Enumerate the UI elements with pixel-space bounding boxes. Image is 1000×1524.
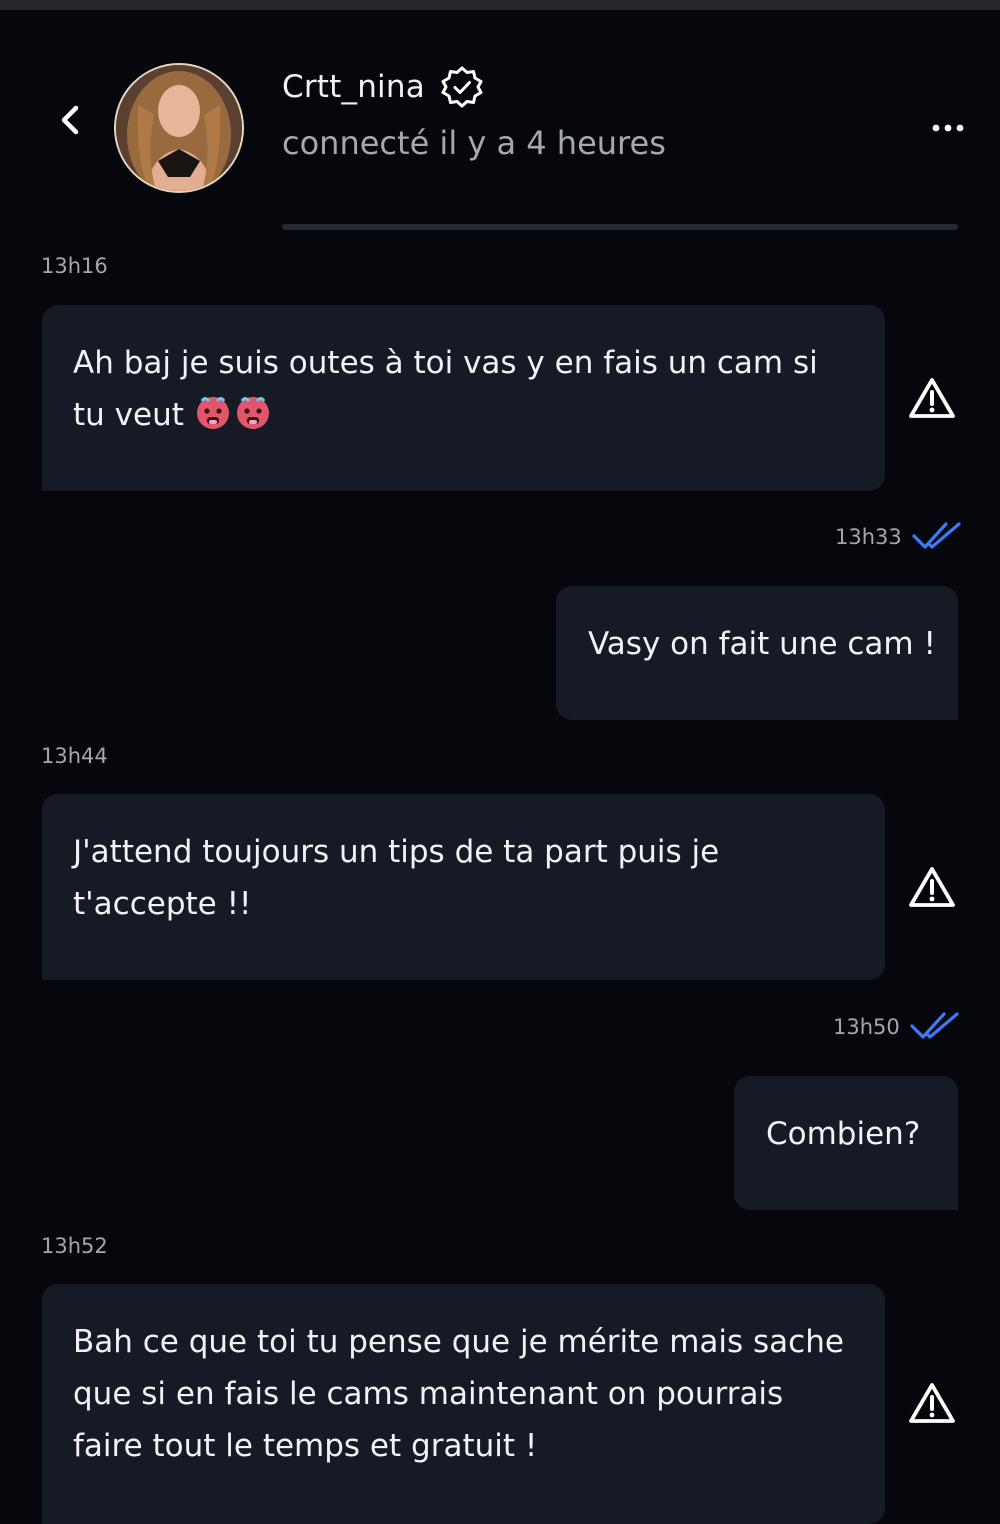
hot-face-emoji-icon: [236, 397, 269, 429]
verified-badge-icon: [439, 64, 485, 110]
double-check-read-icon: [912, 522, 961, 549]
message-timestamp-row: 13h50: [833, 1010, 960, 1044]
avatar-image: [116, 65, 242, 191]
message-timestamp: 13h50: [833, 1015, 900, 1039]
avatar[interactable]: [114, 63, 244, 193]
message-timestamp: 13h44: [41, 744, 108, 768]
double-check-read-icon: [910, 1012, 959, 1039]
status-bar-strip: [0, 0, 1000, 10]
message-text: J'attend toujours un tips de ta part pui…: [73, 834, 720, 922]
hot-face-emoji-icon: [196, 397, 229, 429]
outgoing-message-bubble[interactable]: Combien?: [734, 1076, 958, 1210]
more-horizontal-icon: [932, 124, 964, 132]
header-divider: [282, 224, 958, 230]
message-timestamp: 13h33: [835, 525, 902, 549]
warning-icon[interactable]: [907, 1381, 957, 1425]
chat-header: Crtt_nina connecté il y a 4 heures: [0, 10, 1000, 230]
incoming-message-bubble[interactable]: Ah baj je suis outes à toi vas y en fais…: [42, 305, 885, 491]
message-text: Ah baj je suis outes à toi vas y en fais…: [73, 345, 818, 433]
chevron-left-icon: [61, 105, 79, 135]
message-timestamp: 13h16: [41, 254, 108, 278]
outgoing-message-bubble[interactable]: Vasy on fait une cam !: [556, 586, 958, 720]
message-text: Bah ce que toi tu pense que je mérite ma…: [73, 1324, 844, 1464]
back-button[interactable]: [48, 98, 92, 142]
warning-icon[interactable]: [907, 865, 957, 909]
contact-name-row[interactable]: Crtt_nina: [282, 64, 485, 110]
contact-name: Crtt_nina: [282, 69, 425, 105]
message-text: Combien?: [766, 1116, 921, 1152]
more-options-button[interactable]: [922, 106, 974, 150]
warning-icon[interactable]: [907, 376, 957, 420]
message-text: Vasy on fait une cam !: [588, 626, 936, 662]
incoming-message-bubble[interactable]: J'attend toujours un tips de ta part pui…: [42, 794, 885, 980]
message-timestamp: 13h52: [41, 1234, 108, 1258]
message-timestamp-row: 13h33: [835, 520, 962, 554]
presence-status: connecté il y a 4 heures: [282, 124, 666, 162]
incoming-message-bubble[interactable]: Bah ce que toi tu pense que je mérite ma…: [42, 1284, 885, 1524]
